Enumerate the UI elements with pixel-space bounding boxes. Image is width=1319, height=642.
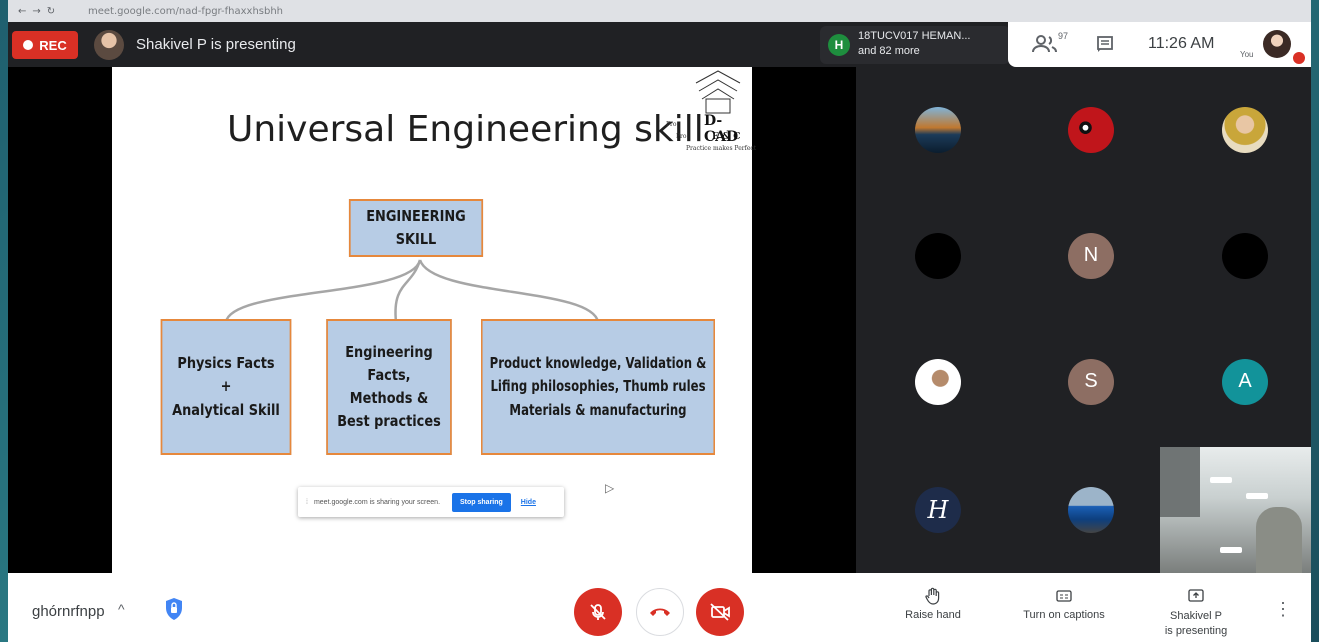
present-screen-icon — [1188, 589, 1204, 602]
presenter-avatar — [94, 30, 124, 60]
self-avatar[interactable] — [1263, 30, 1291, 58]
raise-hand-button[interactable]: Raise hand — [898, 587, 968, 621]
self-video-tile[interactable] — [1160, 447, 1311, 573]
clock: 11:26 AM — [1148, 35, 1215, 52]
share-bar-text: meet.google.com is sharing your screen. — [313, 498, 441, 506]
browser-nav-icons[interactable]: ←→↻ — [18, 6, 88, 17]
people-icon[interactable] — [1032, 34, 1058, 54]
captions-icon — [1056, 590, 1072, 602]
shield-lock-icon[interactable] — [164, 597, 184, 621]
bottom-bar: ghórnrfnpp ^ Raise hand Turn on captions… — [8, 573, 1311, 642]
participant-name: 18TUCV017 HEMAN... — [858, 30, 971, 42]
meeting-code: ghórnrfnpp — [32, 603, 105, 620]
captions-button[interactable]: Turn on captions — [1014, 587, 1114, 621]
participant-tile[interactable] — [1016, 447, 1166, 572]
video-person — [1256, 507, 1302, 573]
slide: Universal Engineering skill Pro Pro D-CA… — [112, 67, 756, 573]
meet-window: ←→↻ meet.google.com/nad-fpgr-fhaxxhsbhh … — [8, 0, 1311, 642]
deadpool-avatar-icon — [1068, 106, 1114, 153]
browser-url[interactable]: meet.google.com/nad-fpgr-fhaxxhsbhh — [88, 6, 283, 17]
participant-tile[interactable] — [1016, 67, 1166, 192]
present-line-2: is presenting — [1164, 624, 1228, 637]
chevron-up-icon[interactable]: ^ — [118, 601, 125, 617]
letter-avatar-a: A — [1222, 358, 1268, 405]
person-avatar-icon — [915, 358, 961, 405]
hide-share-bar-link[interactable]: Hide — [521, 499, 536, 506]
presentation-area: Universal Engineering skill Pro Pro D-CA… — [8, 67, 856, 573]
leave-call-button[interactable] — [636, 588, 684, 636]
mic-off-badge-icon — [1293, 52, 1305, 64]
participant-more: and 82 more — [858, 45, 920, 57]
you-label: You — [1240, 50, 1254, 59]
meeting-info-panel: 97 11:26 AM You — [1008, 22, 1311, 67]
blank-avatar — [1222, 232, 1268, 279]
hand-icon — [925, 587, 940, 605]
recording-badge: REC — [12, 31, 78, 59]
people-count: 97 — [1058, 31, 1069, 41]
participant-tile[interactable] — [1170, 67, 1311, 192]
diagram-box-physics: Physics Facts + Analytical Skill — [160, 319, 292, 455]
browser-address-strip: ←→↻ meet.google.com/nad-fpgr-fhaxxhsbhh — [8, 0, 1311, 22]
active-speaker-pill[interactable]: H 18TUCV017 HEMAN... and 82 more — [820, 26, 1010, 64]
participant-tile[interactable] — [863, 67, 1013, 192]
diagram-box-product: Product knowledge, Validation & Lifing p… — [481, 319, 715, 455]
mouse-cursor-icon: ▷ — [605, 481, 615, 495]
participant-tile[interactable] — [863, 193, 1013, 318]
top-bar: REC Shakivel P is presenting H 18TUCV017… — [8, 22, 1311, 67]
participant-tile[interactable] — [1170, 193, 1311, 318]
presenting-label: Shakivel P is presenting — [136, 36, 296, 53]
diagram-box-engineering: Engineering Facts, Methods & Best practi… — [326, 319, 452, 455]
more-options-icon[interactable]: ⋮ — [1274, 599, 1292, 620]
ceiling-light — [1210, 477, 1232, 483]
mic-off-button[interactable] — [574, 588, 622, 636]
camera-off-button[interactable] — [696, 588, 744, 636]
participant-tile[interactable]: S — [1016, 319, 1166, 444]
stop-sharing-button[interactable]: Stop sharing — [452, 492, 511, 512]
raise-hand-label: Raise hand — [905, 609, 961, 621]
participant-tile[interactable]: A — [1170, 319, 1311, 444]
mic-off-icon — [590, 604, 606, 620]
letter-avatar-n: N — [1068, 232, 1114, 279]
camera-off-icon — [710, 603, 730, 621]
participant-tile[interactable]: N — [1016, 193, 1166, 318]
presenting-button[interactable]: Shakivel P is presenting — [1156, 587, 1236, 639]
participant-avatar: H — [828, 34, 850, 56]
captions-label: Turn on captions — [1023, 609, 1105, 621]
person-avatar-icon — [1222, 106, 1268, 153]
script-h-avatar: H — [915, 486, 961, 533]
present-line-1: Shakivel P — [1170, 610, 1222, 622]
record-dot-icon — [23, 40, 34, 50]
chat-icon[interactable] — [1096, 35, 1114, 53]
drag-handle-icon[interactable]: ⁞ — [306, 499, 308, 506]
diagram-root-box: ENGINEERING SKILL — [348, 199, 484, 257]
phone-hangup-icon — [650, 608, 670, 616]
participant-tile[interactable] — [863, 319, 1013, 444]
participant-tile[interactable]: H — [863, 447, 1013, 572]
car-avatar-icon — [1068, 486, 1114, 533]
recording-label: REC — [39, 37, 67, 53]
video-background — [1160, 447, 1200, 517]
screen-share-bar: ⁞ meet.google.com is sharing your screen… — [298, 487, 564, 517]
letter-avatar-s: S — [1068, 358, 1114, 405]
ceiling-light — [1246, 493, 1268, 499]
bridge-avatar-icon — [915, 106, 961, 153]
ceiling-light — [1220, 547, 1242, 553]
blank-avatar — [915, 232, 961, 279]
